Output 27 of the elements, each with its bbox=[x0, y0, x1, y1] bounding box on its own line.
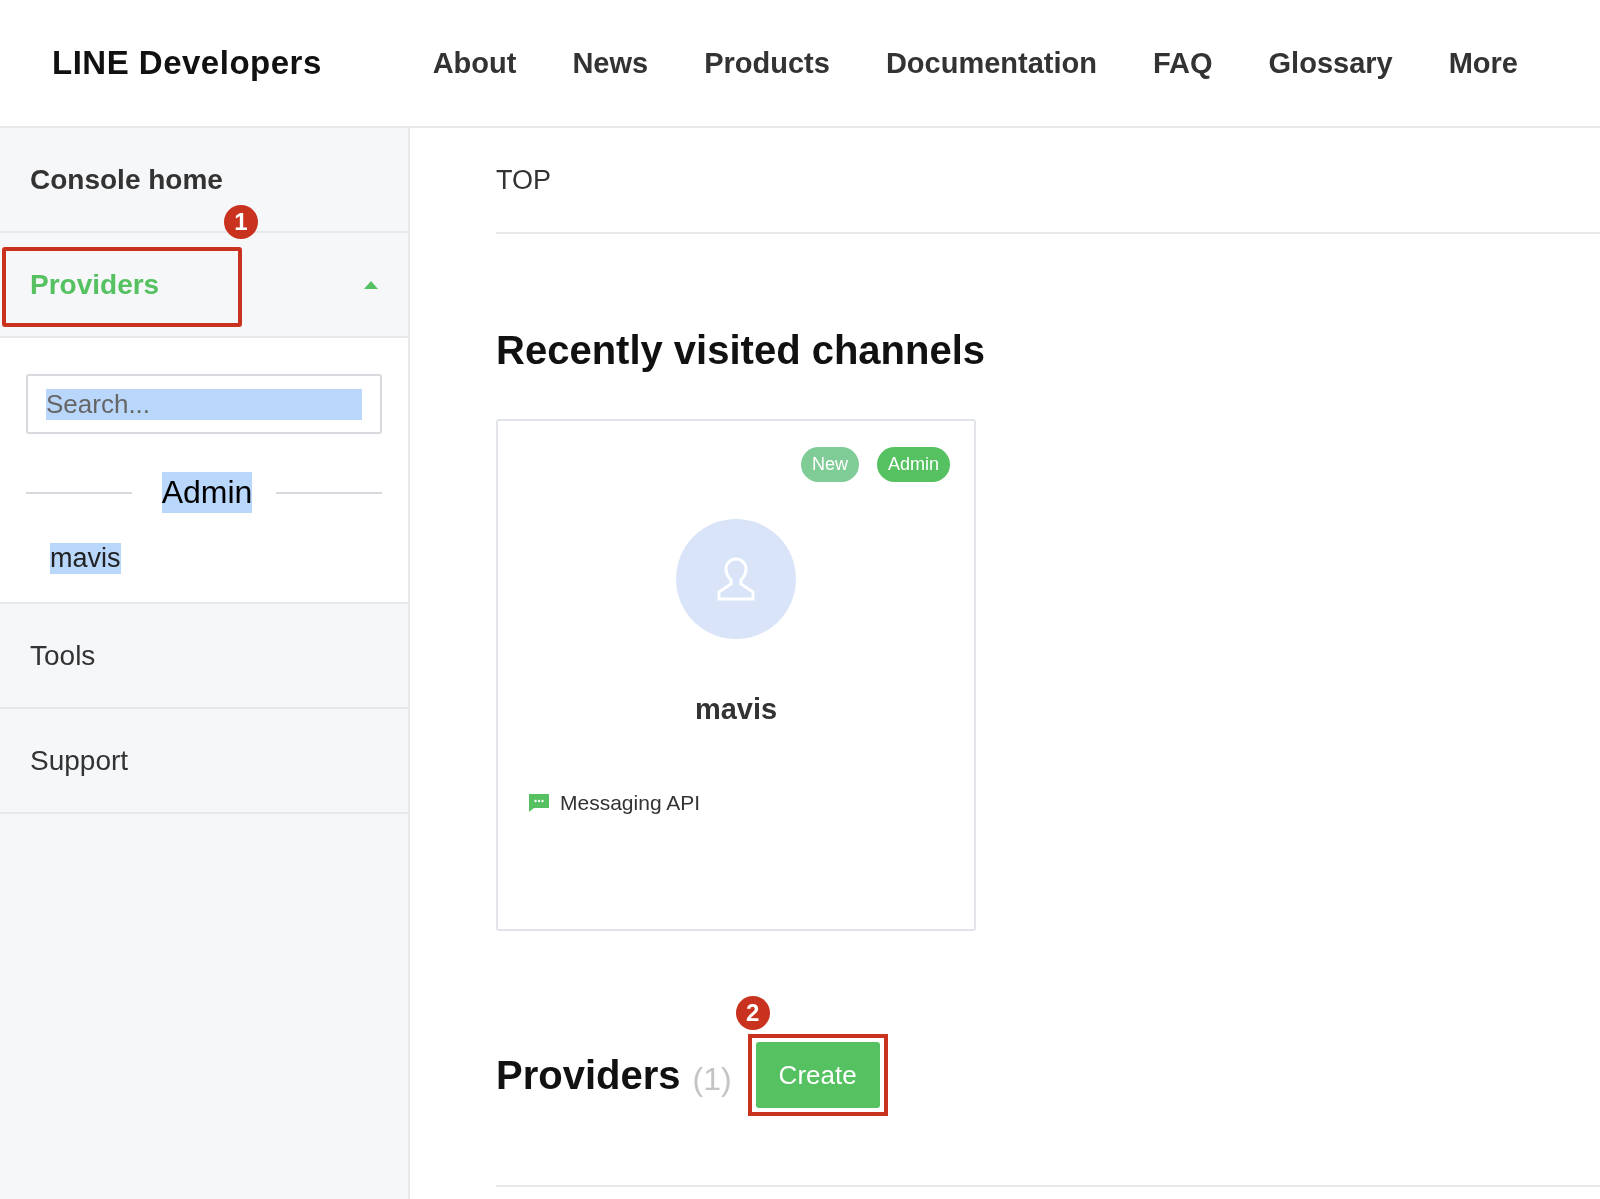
channel-type: Messaging API bbox=[560, 791, 701, 815]
chat-bubble-icon bbox=[528, 793, 550, 813]
channel-card[interactable]: New Admin mavis Messaging API bbox=[496, 419, 976, 931]
provider-count: (1) bbox=[692, 1060, 732, 1098]
nav-link[interactable]: News bbox=[572, 46, 649, 80]
group-label: Admin bbox=[161, 472, 253, 513]
section-heading: Recently visited channels bbox=[496, 328, 987, 373]
tag-badge: Admin bbox=[876, 447, 950, 482]
nav-link[interactable]: FAQ bbox=[1152, 46, 1213, 80]
sidebar-link[interactable]: Console home bbox=[30, 163, 223, 196]
nav-link[interactable]: Products bbox=[704, 46, 830, 80]
caret-icon[interactable] bbox=[364, 280, 378, 289]
tag-badge: New bbox=[800, 447, 859, 482]
nav-link[interactable]: More bbox=[1448, 46, 1518, 80]
step-number-badge: 2 bbox=[735, 996, 770, 1030]
breadcrumb[interactable]: TOP bbox=[496, 128, 1600, 234]
search-field[interactable]: Search... bbox=[26, 374, 382, 434]
channel-name: mavis bbox=[694, 693, 778, 726]
section-heading: Providers bbox=[496, 1052, 681, 1098]
site-logo[interactable]: LINE Developers bbox=[52, 44, 322, 82]
sidebar-link[interactable]: Support bbox=[30, 744, 129, 777]
step-number-badge: 1 bbox=[224, 205, 258, 239]
nav-link[interactable]: About bbox=[432, 46, 517, 80]
provider-link[interactable]: mavis bbox=[50, 543, 121, 574]
sidebar-link[interactable]: Tools bbox=[30, 639, 96, 672]
nav-link[interactable]: Glossary bbox=[1268, 46, 1393, 80]
nav-link[interactable]: Documentation bbox=[885, 46, 1097, 80]
